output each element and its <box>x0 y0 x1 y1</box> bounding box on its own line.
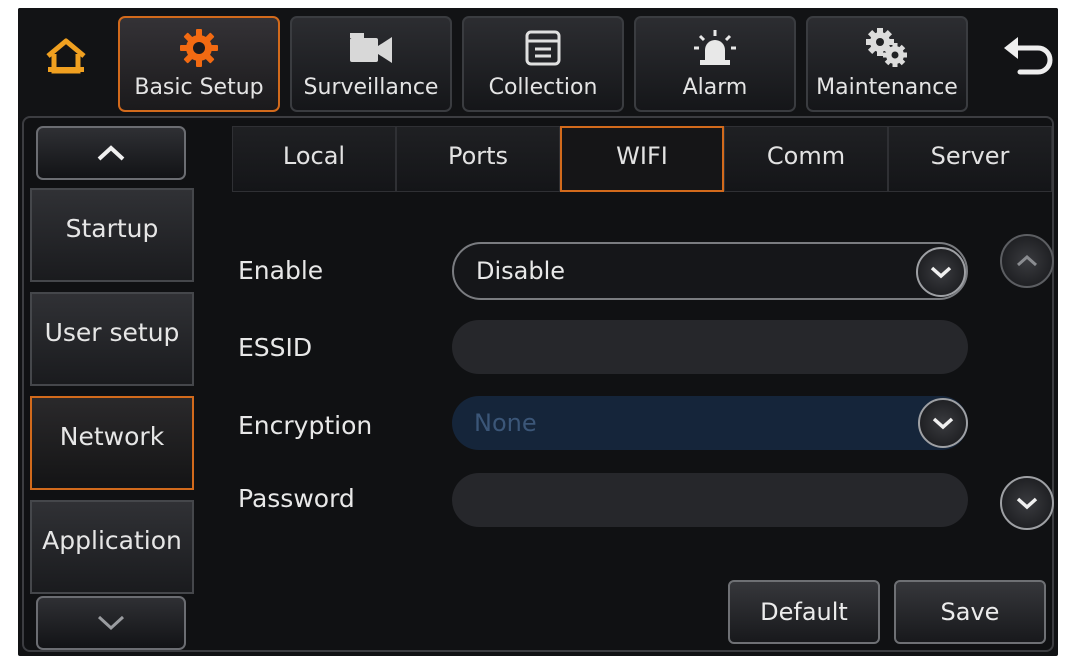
nav-label: Surveillance <box>303 75 439 100</box>
sidebar-item-label: Startup <box>65 213 159 243</box>
chevron-down-icon <box>97 615 125 631</box>
default-button-label: Default <box>760 598 848 626</box>
sidebar-item-application[interactable]: Application <box>30 500 194 594</box>
nav-label: Alarm <box>682 75 748 100</box>
sidebar-item-user-setup[interactable]: User setup <box>30 292 194 386</box>
enable-value: Disable <box>476 257 566 285</box>
alarm-light-icon <box>694 30 736 65</box>
nav-label: Maintenance <box>816 75 958 100</box>
chevron-down-icon <box>930 266 952 279</box>
tab-label: Server <box>930 142 1010 170</box>
home-icon <box>46 38 86 74</box>
chevron-down-icon <box>932 417 954 430</box>
nav-label: Basic Setup <box>134 75 264 100</box>
encryption-value: None <box>474 409 537 437</box>
sidebar-item-label: Network <box>59 421 165 451</box>
calendar-icon <box>525 30 561 66</box>
sidebar-item-label: Application <box>42 525 182 555</box>
sidebar-scroll-down-button[interactable] <box>36 596 186 650</box>
app-window: Basic Setup Surveillance Collection Alar… <box>18 8 1058 656</box>
form-scroll-up-button[interactable] <box>1000 234 1054 288</box>
save-button-label: Save <box>940 598 1000 626</box>
password-label: Password <box>238 484 355 513</box>
encryption-dropdown-button[interactable] <box>918 398 968 448</box>
default-button[interactable]: Default <box>728 580 880 644</box>
tab-comm[interactable]: Comm <box>724 126 888 192</box>
essid-label: ESSID <box>238 333 313 362</box>
tab-ports[interactable]: Ports <box>396 126 560 192</box>
encryption-label: Encryption <box>238 411 373 440</box>
content-panel: Startup User setup Network Application L… <box>22 116 1054 652</box>
nav-alarm[interactable]: Alarm <box>634 16 796 112</box>
top-nav-bar: Basic Setup Surveillance Collection Alar… <box>18 8 1058 118</box>
sidebar-item-startup[interactable]: Startup <box>30 188 194 282</box>
tab-label: Ports <box>447 142 509 170</box>
tab-label: Local <box>282 142 346 170</box>
nav-surveillance[interactable]: Surveillance <box>290 16 452 112</box>
camera-icon <box>350 33 392 63</box>
chevron-up-icon <box>1017 254 1037 267</box>
encryption-select[interactable]: None <box>452 396 968 450</box>
enable-label: Enable <box>238 256 324 285</box>
network-tabs: Local Ports WIFI Comm Server <box>232 126 1054 192</box>
chevron-down-icon <box>1016 497 1038 510</box>
back-button[interactable] <box>1000 34 1056 76</box>
enable-dropdown-button[interactable] <box>916 247 966 297</box>
save-button[interactable]: Save <box>894 580 1046 644</box>
sidebar-item-label: User setup <box>44 317 180 347</box>
sidebar-item-network[interactable]: Network <box>30 396 194 490</box>
form-scroll-down-button[interactable] <box>1000 476 1054 530</box>
tab-server[interactable]: Server <box>888 126 1052 192</box>
chevron-up-icon <box>97 145 125 161</box>
nav-maintenance[interactable]: Maintenance <box>806 16 968 112</box>
nav-collection[interactable]: Collection <box>462 16 624 112</box>
home-button[interactable] <box>44 36 88 76</box>
enable-select[interactable]: Disable <box>452 242 968 300</box>
gear-icon <box>180 29 218 67</box>
tab-wifi[interactable]: WIFI <box>560 126 724 192</box>
sidebar-scroll-up-button[interactable] <box>36 126 186 180</box>
back-arrow-icon <box>1004 37 1053 75</box>
tab-local[interactable]: Local <box>232 126 396 192</box>
tab-label: WIFI <box>616 142 668 170</box>
nav-basic-setup[interactable]: Basic Setup <box>118 16 280 112</box>
password-field[interactable] <box>452 473 968 527</box>
essid-field[interactable] <box>452 320 968 374</box>
tab-label: Comm <box>766 142 846 170</box>
nav-label: Collection <box>488 75 598 100</box>
gears-icon <box>866 28 907 67</box>
